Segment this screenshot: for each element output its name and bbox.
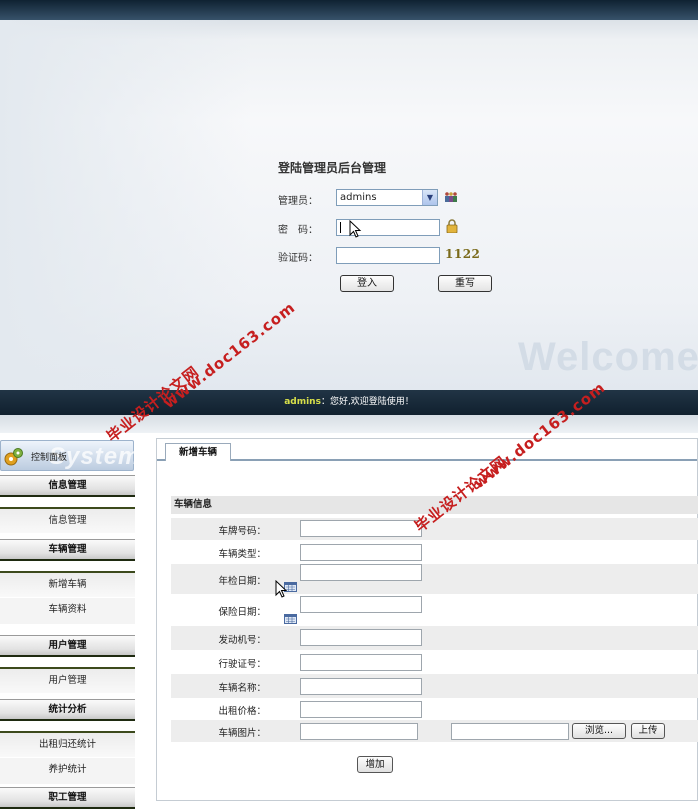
admin-selected-value: admins [340, 192, 377, 203]
field-label-image: 车辆图片： [218, 728, 266, 739]
reset-button[interactable]: 重写 [438, 275, 492, 292]
status-message: ：您好,欢迎登陆使用！ [320, 397, 414, 407]
mouse-cursor-icon [275, 580, 288, 598]
login-title: 登陆管理员后台管理 [278, 161, 387, 175]
field-label-plate: 车牌号码： [218, 526, 266, 537]
sidebar-section-vehicle[interactable]: 车辆管理 [0, 539, 135, 561]
form-row-type: 车辆类型： [171, 540, 698, 564]
form-row-license: 行驶证号： [171, 650, 698, 674]
inspection-date-input[interactable] [300, 564, 422, 581]
add-button[interactable]: 增加 [357, 756, 393, 773]
sidebar-item-maintenance-stats[interactable]: 养护统计 [0, 758, 135, 784]
admin-screen: System 控制面板 信息管理 信息管理 车辆管理 新增车辆 车辆资料 用户管… [0, 415, 698, 809]
browse-button[interactable]: 浏览... [572, 723, 626, 739]
calendar-icon[interactable] [284, 614, 297, 624]
form-row-engine: 发动机号： [171, 626, 698, 650]
login-background-shade [0, 20, 250, 390]
plate-number-input[interactable] [300, 520, 422, 537]
field-label-inspection: 年检日期： [218, 576, 266, 587]
engine-number-input[interactable] [300, 629, 422, 646]
form-row-insurance: 保险日期： [171, 594, 698, 626]
form-row-name: 车辆名称： [171, 674, 698, 698]
rental-price-input[interactable] [300, 701, 422, 718]
field-label-license: 行驶证号： [218, 659, 266, 670]
form-row-image: 车辆图片： 浏览... 上传 [171, 720, 698, 742]
sidebar-section-user[interactable]: 用户管理 [0, 635, 135, 657]
field-label-name: 车辆名称： [218, 683, 266, 694]
sidebar-section-statistics[interactable]: 统计分析 [0, 699, 135, 721]
gear-icon [4, 448, 23, 466]
vehicle-type-input[interactable] [300, 544, 422, 561]
vehicle-name-input[interactable] [300, 678, 422, 695]
sidebar-item-user-management[interactable]: 用户管理 [0, 667, 135, 693]
password-label: 密 码： [278, 225, 318, 236]
main-panel: 新增车辆 车辆信息 车牌号码： 车辆类型： 年检日期： 保险日期： 发动机号： [156, 438, 698, 801]
form-row-price: 出租价格： [171, 698, 698, 720]
upload-button[interactable]: 上传 [631, 723, 665, 739]
users-icon [445, 192, 457, 202]
text-caret [340, 222, 341, 233]
status-username: admins [284, 397, 321, 407]
welcome-text: Welcome [518, 335, 698, 379]
insurance-date-input[interactable] [300, 596, 422, 613]
field-label-engine: 发动机号： [218, 635, 266, 646]
sidebar-section-staff[interactable]: 职工管理 [0, 787, 135, 809]
tab-add-vehicle[interactable]: 新增车辆 [165, 443, 231, 461]
login-top-bar [0, 0, 698, 20]
lock-icon [446, 219, 458, 233]
field-label-price: 出租价格： [218, 706, 266, 717]
license-number-input[interactable] [300, 654, 422, 671]
field-label-insurance: 保险日期： [218, 607, 266, 618]
image-path-input[interactable] [300, 723, 418, 740]
sidebar-item-vehicle-data[interactable]: 车辆资料 [0, 598, 135, 624]
chevron-down-icon[interactable]: ▼ [422, 190, 437, 205]
login-screen: 登陆管理员后台管理 管理员： admins ▼ 密 码： 验证码： 1122 登… [0, 0, 698, 390]
sidebar-item-add-vehicle[interactable]: 新增车辆 [0, 571, 135, 597]
login-button[interactable]: 登入 [340, 275, 394, 292]
sidebar-item-info-management[interactable]: 信息管理 [0, 507, 135, 533]
tab-bar: 新增车辆 [157, 439, 697, 461]
sidebar-section-info[interactable]: 信息管理 [0, 475, 135, 497]
control-panel-label: 控制面板 [31, 453, 68, 463]
mouse-cursor-icon [349, 220, 362, 238]
admin-select[interactable]: admins ▼ [336, 189, 438, 206]
admin-label: 管理员： [278, 196, 318, 207]
form-row-inspection: 年检日期： [171, 564, 698, 594]
file-path-input[interactable] [451, 723, 569, 740]
sidebar-item-rental-stats[interactable]: 出租归还统计 [0, 731, 135, 757]
captcha-label: 验证码： [278, 253, 318, 264]
captcha-input[interactable] [336, 247, 440, 264]
field-label-type: 车辆类型： [218, 549, 266, 560]
captcha-code: 1122 [445, 247, 481, 261]
